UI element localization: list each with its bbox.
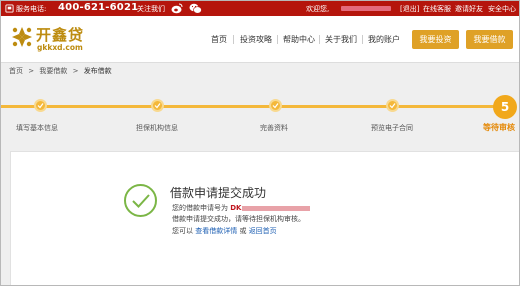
loan-number-line: 您的借款申请号为 DK <box>172 203 311 213</box>
step-5-label: 等待审核 <box>483 123 515 132</box>
waiting-message: 借款申请提交成功，请等待担保机构审核。 <box>172 215 305 223</box>
success-title: 借款申请提交成功 <box>170 186 267 200</box>
view-loan-details-link[interactable]: 查看借款详情 <box>195 227 237 235</box>
breadcrumb-separator: > <box>28 67 35 75</box>
logout-link[interactable]: [退出] <box>400 4 419 14</box>
step-check-icon <box>154 103 161 109</box>
welcome-text: 欢迎您, <box>306 5 330 13</box>
username-redacted <box>341 6 391 11</box>
invite-friends-link[interactable]: 邀请好友 <box>455 4 483 14</box>
invest-button[interactable]: 我要投资 <box>412 30 459 49</box>
nav-my-account[interactable]: 我的账户 <box>368 34 400 45</box>
weibo-icon[interactable] <box>171 3 183 14</box>
you-can-text: 您可以 <box>172 227 196 235</box>
step-2-label: 担保机构信息 <box>136 124 178 132</box>
next-actions-line: 您可以 查看借款详情 或 返回首页 <box>172 226 277 236</box>
breadcrumb-separator: > <box>72 67 79 75</box>
loan-number-prefix: 您的借款申请号为 <box>172 204 231 212</box>
step-check-icon <box>389 103 396 109</box>
hotline-label: 服务电话: <box>16 5 47 13</box>
step-3-node <box>269 99 282 112</box>
loan-number-code: DK <box>230 204 242 212</box>
security-center-link[interactable]: 安全中心 <box>488 4 516 14</box>
top-bar: 服务电话: 400-621-6021 关注我们 欢迎您, [退出] 在线客服 邀… <box>1 1 519 16</box>
breadcrumb-home[interactable]: 首页 <box>9 67 23 75</box>
loan-number-redacted <box>242 205 311 211</box>
hotline-number: 400-621-6021 <box>58 2 139 13</box>
nav-divider <box>362 35 363 44</box>
logo-text[interactable]: 开鑫贷 <box>36 24 84 45</box>
breadcrumb-borrow[interactable]: 我要借款 <box>39 67 67 75</box>
step-check-icon <box>37 103 44 109</box>
nav-invest-guide[interactable]: 投资攻略 <box>240 34 272 45</box>
online-service-link[interactable]: 在线客服 <box>423 4 451 14</box>
step-check-icon <box>272 103 279 109</box>
checkmark-icon <box>132 194 150 208</box>
success-icon <box>124 184 157 217</box>
step-5-node: 5 <box>493 95 517 119</box>
logo-icon[interactable] <box>11 26 33 48</box>
nav-divider <box>233 35 234 44</box>
step-4-label: 预览电子合同 <box>371 124 413 132</box>
step-4-node <box>386 99 399 112</box>
nav-help-center[interactable]: 帮助中心 <box>283 34 315 45</box>
logo-domain: gkkxd.com <box>37 43 83 52</box>
step-2-node <box>151 99 164 112</box>
or-text: 或 <box>237 227 249 235</box>
follow-us-label: 关注我们 <box>137 5 165 13</box>
wechat-icon[interactable] <box>189 3 202 14</box>
progress-line <box>1 105 506 108</box>
header: 开鑫贷 gkkxd.com 首页 投资攻略 帮助中心 关于我们 我的账户 我要投… <box>1 16 519 63</box>
breadcrumb-current: 发布借款 <box>83 67 112 75</box>
breadcrumb: 首页 > 我要借款 > 发布借款 <box>9 66 115 76</box>
phone-icon <box>5 4 14 13</box>
step-3-label: 完善资料 <box>260 124 288 132</box>
borrow-button[interactable]: 我要借款 <box>466 30 513 49</box>
nav-home[interactable]: 首页 <box>211 34 227 45</box>
page-frame: 服务电话: 400-621-6021 关注我们 欢迎您, [退出] 在线客服 邀… <box>0 0 520 286</box>
step-1-label: 填写基本信息 <box>16 124 58 132</box>
step-1-node <box>34 99 47 112</box>
nav-about-us[interactable]: 关于我们 <box>325 34 357 45</box>
nav-divider <box>319 35 320 44</box>
nav-divider <box>277 35 278 44</box>
return-home-link[interactable]: 返回首页 <box>249 227 277 235</box>
